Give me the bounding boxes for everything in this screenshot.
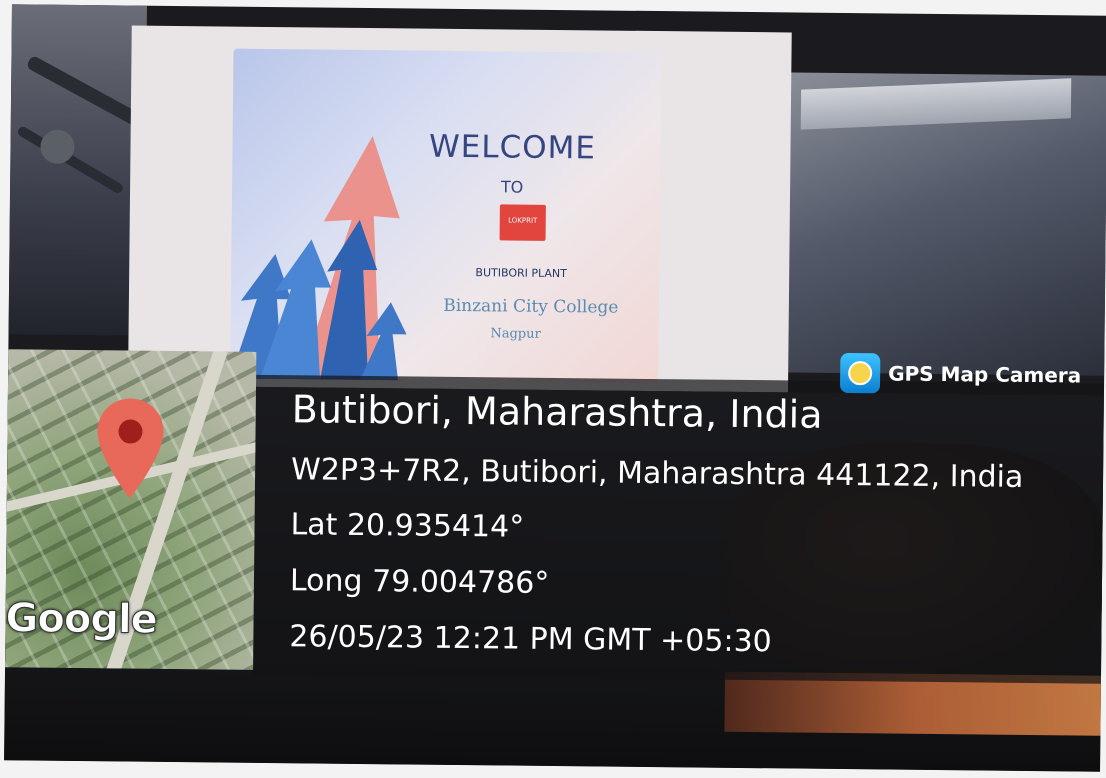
location-title: Butibori, Maharashtra, India	[291, 387, 823, 437]
longitude: Long 79.004786°	[289, 563, 550, 601]
app-name: GPS Map Camera	[888, 361, 1082, 388]
map-brand-label: Google	[5, 595, 158, 644]
gps-map-camera-app-icon	[839, 352, 881, 394]
timestamp: 26/05/23 12:21 PM GMT +05:30	[289, 619, 772, 660]
ceiling-fixture	[40, 129, 75, 164]
map-thumbnail: Google	[5, 349, 257, 670]
photo: WELCOME TO LOKPRIT BUTIBORI PLANT Binzan…	[4, 4, 1106, 772]
slide-college-name: Binzani City College	[443, 295, 619, 318]
map-pin-icon	[97, 398, 164, 499]
slide-title: WELCOME	[428, 128, 597, 167]
slide-plant-name: BUTIBORI PLANT	[475, 266, 567, 281]
company-logo: LOKPRIT	[499, 204, 546, 241]
presentation-slide: WELCOME TO LOKPRIT BUTIBORI PLANT Binzan…	[230, 48, 662, 384]
slide-city-name: Nagpur	[490, 326, 541, 342]
app-watermark: GPS Map Camera	[839, 352, 1082, 396]
slide-subtitle: TO	[500, 177, 524, 197]
latitude: Lat 20.935414°	[290, 507, 525, 545]
company-logo-text: LOKPRIT	[508, 216, 538, 225]
